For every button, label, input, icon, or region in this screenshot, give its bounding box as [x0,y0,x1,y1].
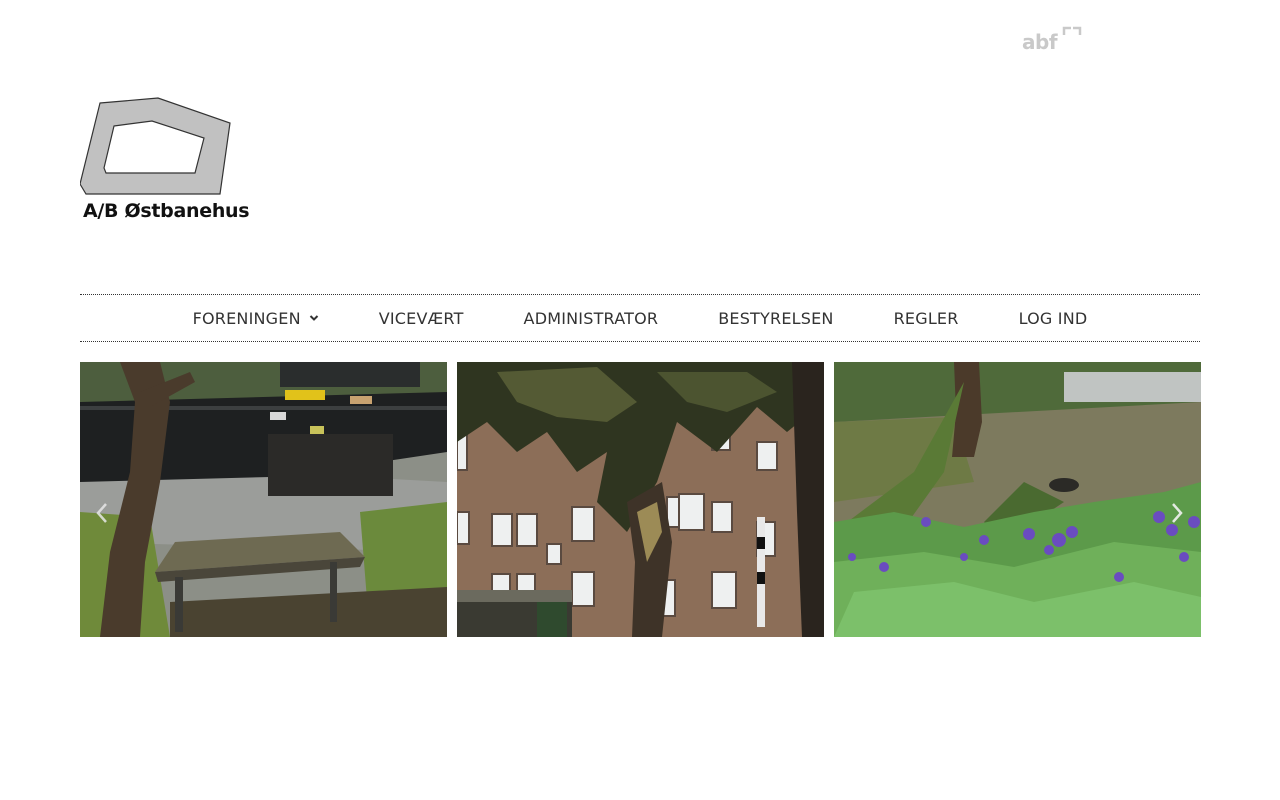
chevron-left-icon[interactable] [94,500,110,526]
nav-item-foreningen[interactable]: FORENINGEN [193,309,319,328]
building-facade-tree-photo[interactable] [457,362,824,637]
garden-flowers-photo[interactable] [834,362,1201,637]
photo-carousel [80,362,1201,637]
nav-item-regler[interactable]: REGLER [894,309,959,328]
courtyard-playground-photo[interactable] [80,362,447,637]
abf-logo[interactable]: abf [1022,26,1084,56]
nav-item-label: LOG IND [1018,308,1088,328]
nav-item-label: REGLER [893,308,959,328]
nav-item-bestyrelsen[interactable]: BESTYRELSEN [718,309,833,328]
nav-item-label: BESTYRELSEN [718,308,834,328]
nav-item-label: FORENINGEN [192,308,301,328]
site-logo-text: A/B Østbanehus [83,200,250,222]
main-nav: FORENINGEN VICEVÆRT ADMINISTRATOR BESTYR… [80,294,1200,342]
nav-item-log-ind[interactable]: LOG IND [1019,309,1088,328]
nav-item-administrator[interactable]: ADMINISTRATOR [524,309,659,328]
chevron-down-icon [309,315,318,321]
nav-item-vicevaert[interactable]: VICEVÆRT [379,309,464,328]
chevron-right-icon[interactable] [1169,500,1185,526]
abf-corner-icon [1062,26,1082,35]
site-logo-shape [79,97,231,195]
site-logo[interactable]: A/B Østbanehus [79,96,250,226]
nav-item-label: ADMINISTRATOR [523,308,659,328]
abf-logo-text: abf [1022,30,1058,54]
nav-item-label: VICEVÆRT [378,308,464,328]
